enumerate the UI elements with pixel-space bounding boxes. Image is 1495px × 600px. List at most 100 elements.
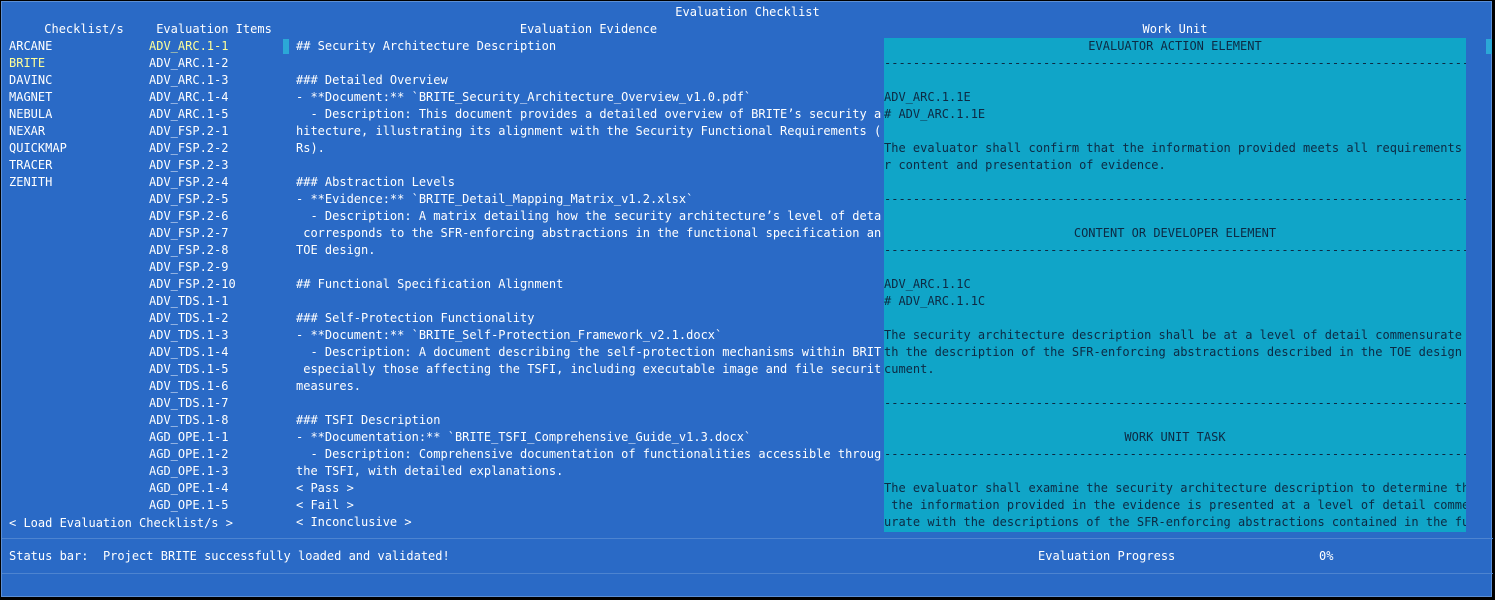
evaluation-item[interactable]: ADV_TDS.1-8 (149, 412, 279, 429)
evidence-line: Rs). (296, 141, 325, 155)
evidence-line: - Description: This document provides a … (296, 107, 881, 121)
evaluation-item[interactable]: ADV_ARC.1-3 (149, 72, 279, 89)
work-unit-line: ADV_ARC.1.1E (884, 90, 971, 104)
evaluation-item[interactable]: ADV_TDS.1-5 (149, 361, 279, 378)
work-unit-line: The security architecture description sh… (884, 328, 1466, 342)
work-unit-section-title: EVALUATOR ACTION ELEMENT (1088, 39, 1262, 53)
evaluation-item[interactable]: ADV_FSP.2-1 (149, 123, 279, 140)
work-unit-section-title: CONTENT OR DEVELOPER ELEMENT (1073, 226, 1277, 240)
evaluation-item[interactable]: AGD_OPE.1-1 (149, 429, 279, 446)
work-unit-line (884, 412, 1466, 429)
evidence-line: ### Self-Protection Functionality (296, 311, 535, 325)
work-unit-line (884, 123, 1466, 140)
work-unit-line (884, 463, 1466, 480)
work-unit-line (884, 208, 1466, 225)
checklist-item[interactable]: NEBULA (9, 106, 139, 123)
evaluation-item[interactable]: ADV_TDS.1-3 (149, 327, 279, 344)
work-unit-separator: ----------------------------------------… (884, 192, 1466, 206)
evaluation-item[interactable]: ADV_FSP.2-4 (149, 174, 279, 191)
work-unit-header: Work Unit (1142, 22, 1208, 36)
evidence-line: ### Abstraction Levels (296, 175, 455, 189)
evidence-line: especially those affecting the TSFI, inc… (296, 362, 881, 376)
evaluation-item[interactable]: ADV_FSP.2-10 (149, 276, 279, 293)
evaluation-item[interactable]: ADV_ARC.1-2 (149, 55, 279, 72)
evaluation-item[interactable]: ADV_FSP.2-9 (149, 259, 279, 276)
work-unit-line (884, 72, 1466, 89)
work-unit-line (884, 174, 1466, 191)
work-unit-line: th the description of the SFR-enforcing … (884, 345, 1466, 359)
work-unit-line (884, 259, 1466, 276)
checklist-item[interactable]: NEXAR (9, 123, 139, 140)
work-unit-line: # ADV_ARC.1.1C (884, 294, 986, 308)
evaluation-item[interactable]: AGD_OPE.1-5 (149, 497, 279, 514)
evaluation-item-list[interactable]: ADV_ARC.1-1 ADV_ARC.1-2 ADV_ARC.1-3 ADV_ARC… (149, 38, 279, 514)
evaluation-item[interactable]: ADV_FSP.2-5 (149, 191, 279, 208)
evidence-header: Evaluation Evidence (519, 22, 658, 36)
status-label: Status bar: (9, 549, 89, 563)
evaluation-evidence-pane[interactable]: ## Security Architecture Description ### … (296, 38, 881, 531)
evidence-line (296, 395, 881, 412)
evidence-line: ### Detailed Overview (296, 73, 448, 87)
work-unit-separator: ----------------------------------------… (884, 447, 1466, 461)
evaluation-item[interactable]: ADV_ARC.1-1 (149, 38, 279, 55)
work-unit-line: the information provided in the evidence… (884, 498, 1466, 512)
progress-label: Evaluation Progress (1038, 549, 1176, 563)
work-unit-line (884, 378, 1466, 395)
evidence-line: - **Evidence:** `BRITE_Detail_Mapping_Ma… (296, 192, 694, 206)
checklist-item[interactable]: ARCANE (9, 38, 139, 55)
evaluation-item[interactable]: AGD_OPE.1-3 (149, 463, 279, 480)
evaluation-item[interactable]: ADV_FSP.2-3 (149, 157, 279, 174)
checklist-list[interactable]: ARCANE BRITE DAVINC MAGNET NEBULA NEXAR QUICKM… (9, 38, 139, 191)
evidence-line: - Description: A matrix detailing how th… (296, 209, 881, 223)
work-unit-separator: ----------------------------------------… (884, 396, 1466, 410)
checklist-item[interactable]: BRITE (9, 55, 139, 72)
evaluation-item[interactable]: ADV_ARC.1-5 (149, 106, 279, 123)
items-header: Evaluation Items (156, 22, 272, 36)
pass-button[interactable]: < Pass > (296, 480, 881, 497)
checklist-item[interactable]: TRACER (9, 157, 139, 174)
checklist-item[interactable]: ZENITH (9, 174, 139, 191)
work-unit-line: cument. (884, 362, 935, 376)
evaluation-item[interactable]: ADV_FSP.2-2 (149, 140, 279, 157)
evidence-line: ### TSFI Description (296, 413, 441, 427)
evaluation-item[interactable]: ADV_ARC.1-4 (149, 89, 279, 106)
work-unit-separator: ----------------------------------------… (884, 243, 1466, 257)
fail-button[interactable]: < Fail > (296, 497, 881, 514)
work-unit-line (884, 310, 1466, 327)
evidence-line: ## Security Architecture Description (296, 39, 557, 53)
evidence-line (296, 293, 881, 310)
load-checklists-button[interactable]: < Load Evaluation Checklist/s > (9, 515, 233, 532)
evaluation-item[interactable]: AGD_OPE.1-4 (149, 480, 279, 497)
evidence-line: ## Functional Specification Alignment (296, 277, 564, 291)
status-message: Project BRITE successfully loaded and va… (102, 549, 450, 563)
evidence-line: TOE design. (296, 243, 376, 257)
evaluation-item[interactable]: ADV_TDS.1-2 (149, 310, 279, 327)
evaluation-item[interactable]: ADV_TDS.1-4 (149, 344, 279, 361)
evaluation-item[interactable]: ADV_FSP.2-6 (149, 208, 279, 225)
evaluation-item[interactable]: ADV_FSP.2-7 (149, 225, 279, 242)
evidence-line: - **Documentation:** `BRITE_TSFI_Compreh… (296, 430, 752, 444)
work-unit-line: # ADV_ARC.1.1E (884, 107, 986, 121)
evidence-line: - Description: Comprehensive documentati… (296, 447, 881, 461)
evidence-line: hitecture, illustrating its alignment wi… (296, 124, 881, 138)
checklist-item[interactable]: DAVINC (9, 72, 139, 89)
evidence-line (296, 259, 881, 276)
evaluation-item[interactable]: ADV_TDS.1-7 (149, 395, 279, 412)
inconclusive-button[interactable]: < Inconclusive > (296, 514, 881, 531)
work-unit-pane[interactable]: EVALUATOR ACTION ELEMENT ----------------… (884, 38, 1466, 532)
work-unit-scroll-thumb[interactable] (1486, 39, 1492, 54)
evaluation-item[interactable]: AGD_OPE.1-2 (149, 446, 279, 463)
status-divider-top (2, 538, 1493, 539)
checklist-item[interactable]: MAGNET (9, 89, 139, 106)
evaluation-item[interactable]: ADV_FSP.2-8 (149, 242, 279, 259)
checklist-item[interactable]: QUICKMAP (9, 140, 139, 157)
work-unit-separator: ----------------------------------------… (884, 56, 1466, 70)
evidence-line: - **Document:** `BRITE_Security_Architec… (296, 90, 752, 104)
evaluation-item[interactable]: ADV_TDS.1-6 (149, 378, 279, 395)
work-unit-line: ADV_ARC.1.1C (884, 277, 971, 291)
evidence-scroll-thumb[interactable] (283, 39, 289, 54)
evaluation-item[interactable]: ADV_TDS.1-1 (149, 293, 279, 310)
status-bar: Status bar: Project BRITE successfully l… (9, 548, 450, 565)
evidence-line: - Description: A document describing the… (296, 345, 881, 359)
work-unit-section-title: WORK UNIT TASK (1124, 430, 1226, 444)
